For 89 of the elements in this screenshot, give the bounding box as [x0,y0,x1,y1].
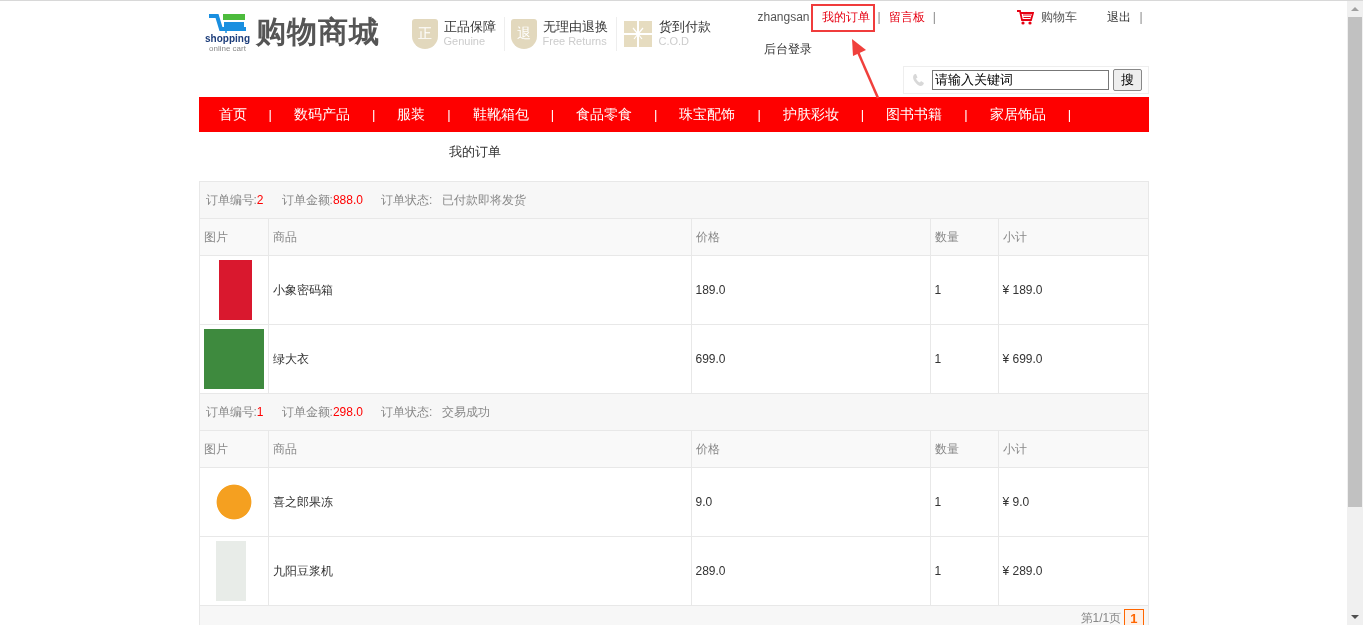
search-button[interactable]: 搜 [1112,69,1142,91]
subtotal: ¥ 189.0 [1002,283,1043,297]
nav-separator: | [963,107,969,122]
username: zhangsan [757,10,810,24]
order-number: 2 [256,192,264,207]
nav-item[interactable]: 服装 [377,105,446,124]
cart-link[interactable]: 购物车 [1016,8,1078,26]
nav-item[interactable]: 珠宝配饰 [659,105,756,124]
shield-emblem: 退 [510,19,537,49]
product-name: 九阳豆浆机 [272,563,333,578]
nav-item[interactable]: 食品零食 [556,105,653,124]
order-number: 1 [256,404,264,419]
order-status: 交易成功 [442,404,491,419]
order-amount-label: 订单金额: [281,404,333,419]
nav-separator: | [549,107,556,122]
shield-emblem: 正 [411,19,438,49]
nav-link[interactable]: 留言板 [888,8,925,26]
product-name: 小象密码箱 [272,282,333,297]
quantity: 1 [934,495,942,509]
cart-icon [1016,9,1035,25]
scrollbar[interactable] [1347,1,1363,625]
column-header: 数量 [930,218,998,256]
order-amount-label: 订单金额: [281,192,333,207]
price: 9.0 [695,495,713,509]
logo-text: shopping [205,32,250,44]
column-header: 图片 [199,218,268,256]
logo-tagline: online cart [209,43,246,53]
nav-separator: | [1066,107,1072,122]
site-name: 购物商城 [255,14,380,50]
column-header: 价格 [691,218,930,256]
search-field[interactable]: 请输入关键词 [931,70,1109,90]
order-status: 已付款即将发货 [442,192,527,207]
nav-item[interactable]: 图书书籍 [866,105,963,124]
order-amount: 888.0 [332,192,363,207]
nav-separator: | [267,107,273,122]
nav-link[interactable]: 我的订单 [821,8,870,26]
column-header: 价格 [691,430,930,468]
order-amount: 298.0 [332,404,363,419]
phone-icon [911,73,926,87]
nav-separator: | [859,107,866,122]
badge-title: 无理由退换 [542,19,608,34]
page-number[interactable]: 1 [1124,608,1144,625]
nav-separator: | [370,107,377,122]
price: 189.0 [695,283,726,297]
subtotal: ¥ 699.0 [1002,352,1043,366]
nav-separator: | [653,107,659,122]
annotation-frame [810,4,875,32]
badge-title: 正品保障 [443,19,496,34]
admin-login-link[interactable]: 后台登录 [763,41,1149,58]
page-title: 我的订单 [447,143,502,161]
quantity: 1 [934,564,942,578]
order-status-label: 订单状态: [380,192,433,207]
scroll-down-icon[interactable] [1351,615,1359,619]
column-header: 小计 [998,218,1148,256]
column-header: 商品 [268,430,691,468]
scrollbar-thumb[interactable] [1348,17,1362,507]
nav-separator: | [446,107,452,122]
column-header: 图片 [199,430,268,468]
column-header: 小计 [998,430,1148,468]
column-header: 数量 [930,430,998,468]
order-number-label: 订单编号: [205,192,257,207]
price: 289.0 [695,564,726,578]
nav-separator: | [756,107,762,122]
annotation-arrow [851,39,879,99]
product-name: 喜之郎果冻 [272,494,333,509]
product-name: 绿大衣 [272,351,309,366]
page-summary: 第1/1页 [1080,609,1122,625]
link-separator: | [877,10,881,24]
cart-logo-icon [207,12,248,33]
nav-item[interactable]: 首页 [198,105,267,124]
nav-item[interactable]: 家居饰品 [969,105,1066,124]
nav-item[interactable]: 护肤彩妆 [762,105,859,124]
nav-item[interactable]: 数码产品 [273,105,370,124]
subtotal: ¥ 9.0 [1002,495,1030,509]
quantity: 1 [934,283,942,297]
link-separator: | [1139,10,1143,24]
order-number-label: 订单编号: [205,404,257,419]
subtotal: ¥ 289.0 [1002,564,1043,578]
logout-link[interactable]: 退出 [1107,8,1132,26]
order-status-label: 订单状态: [380,404,433,419]
gift-box-icon [622,19,653,49]
photo-placeholder [203,329,264,389]
link-separator: | [932,10,936,24]
badge-title: 货到付款 [658,19,711,34]
price: 699.0 [695,352,726,366]
column-header: 商品 [268,218,691,256]
nav-item[interactable]: 鞋靴箱包 [452,105,549,124]
quantity: 1 [934,352,942,366]
scroll-up-icon[interactable] [1351,7,1359,11]
